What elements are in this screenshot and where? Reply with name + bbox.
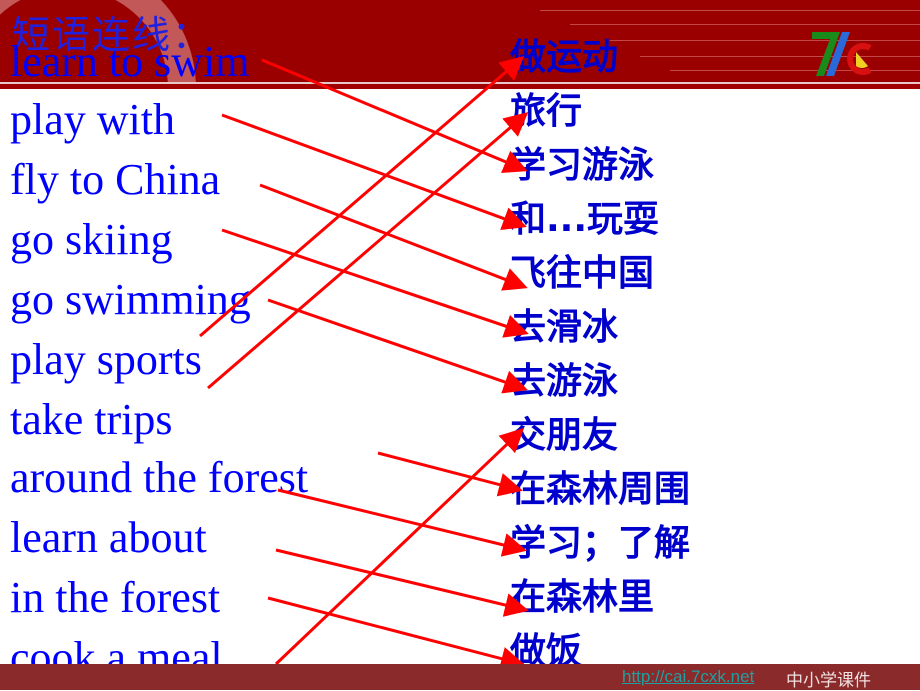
match-arrow bbox=[275, 548, 529, 617]
english-phrase: in the forest bbox=[10, 573, 221, 622]
logo-yellow bbox=[856, 52, 868, 68]
match-arrow bbox=[267, 596, 525, 671]
english-phrase: fly to China bbox=[10, 155, 221, 204]
chinese-phrase: 在森林周围 bbox=[510, 469, 691, 510]
english-phrase: take trips bbox=[10, 395, 173, 444]
english-phrase: go skiing bbox=[10, 215, 173, 264]
7c-logo-icon bbox=[812, 32, 872, 76]
english-phrase: learn about bbox=[10, 513, 207, 562]
match-arrow bbox=[221, 228, 529, 338]
english-phrase: play sports bbox=[10, 335, 202, 384]
footer-text: 中小学课件 bbox=[786, 671, 871, 691]
match-arrow bbox=[259, 183, 528, 291]
footer-bar: http://cai.7cxk.net 中小学课件 bbox=[0, 664, 920, 691]
chinese-phrase: 去滑冰 bbox=[510, 307, 619, 348]
chinese-phrase: 和...玩耍 bbox=[510, 199, 660, 240]
match-arrow bbox=[277, 488, 527, 557]
english-phrase: around the forest bbox=[10, 453, 309, 502]
chinese-phrase: 飞往中国 bbox=[510, 253, 655, 294]
english-phrase: learn to swim bbox=[10, 37, 250, 86]
chinese-phrase: 学习游泳 bbox=[510, 145, 655, 186]
match-arrow bbox=[267, 298, 528, 394]
match-arrow bbox=[377, 451, 523, 497]
english-phrase: play with bbox=[10, 95, 175, 144]
chinese-phrase: 去游泳 bbox=[510, 361, 619, 402]
chinese-phrase: 学习；了解 bbox=[510, 523, 691, 564]
chinese-phrase: 旅行 bbox=[510, 91, 583, 132]
match-arrow bbox=[207, 112, 529, 390]
chinese-phrase: 做运动 bbox=[510, 37, 619, 78]
decorative-stripe bbox=[570, 24, 920, 25]
decorative-stripe bbox=[670, 70, 920, 71]
match-arrow bbox=[274, 427, 525, 666]
footer-link[interactable]: http://cai.7cxk.net bbox=[622, 667, 754, 687]
match-arrow bbox=[221, 113, 527, 231]
english-phrase: go swimming bbox=[10, 275, 251, 324]
decorative-stripe bbox=[540, 10, 920, 11]
chinese-phrase: 交朋友 bbox=[510, 415, 619, 456]
chinese-phrase: 在森林里 bbox=[510, 577, 655, 618]
